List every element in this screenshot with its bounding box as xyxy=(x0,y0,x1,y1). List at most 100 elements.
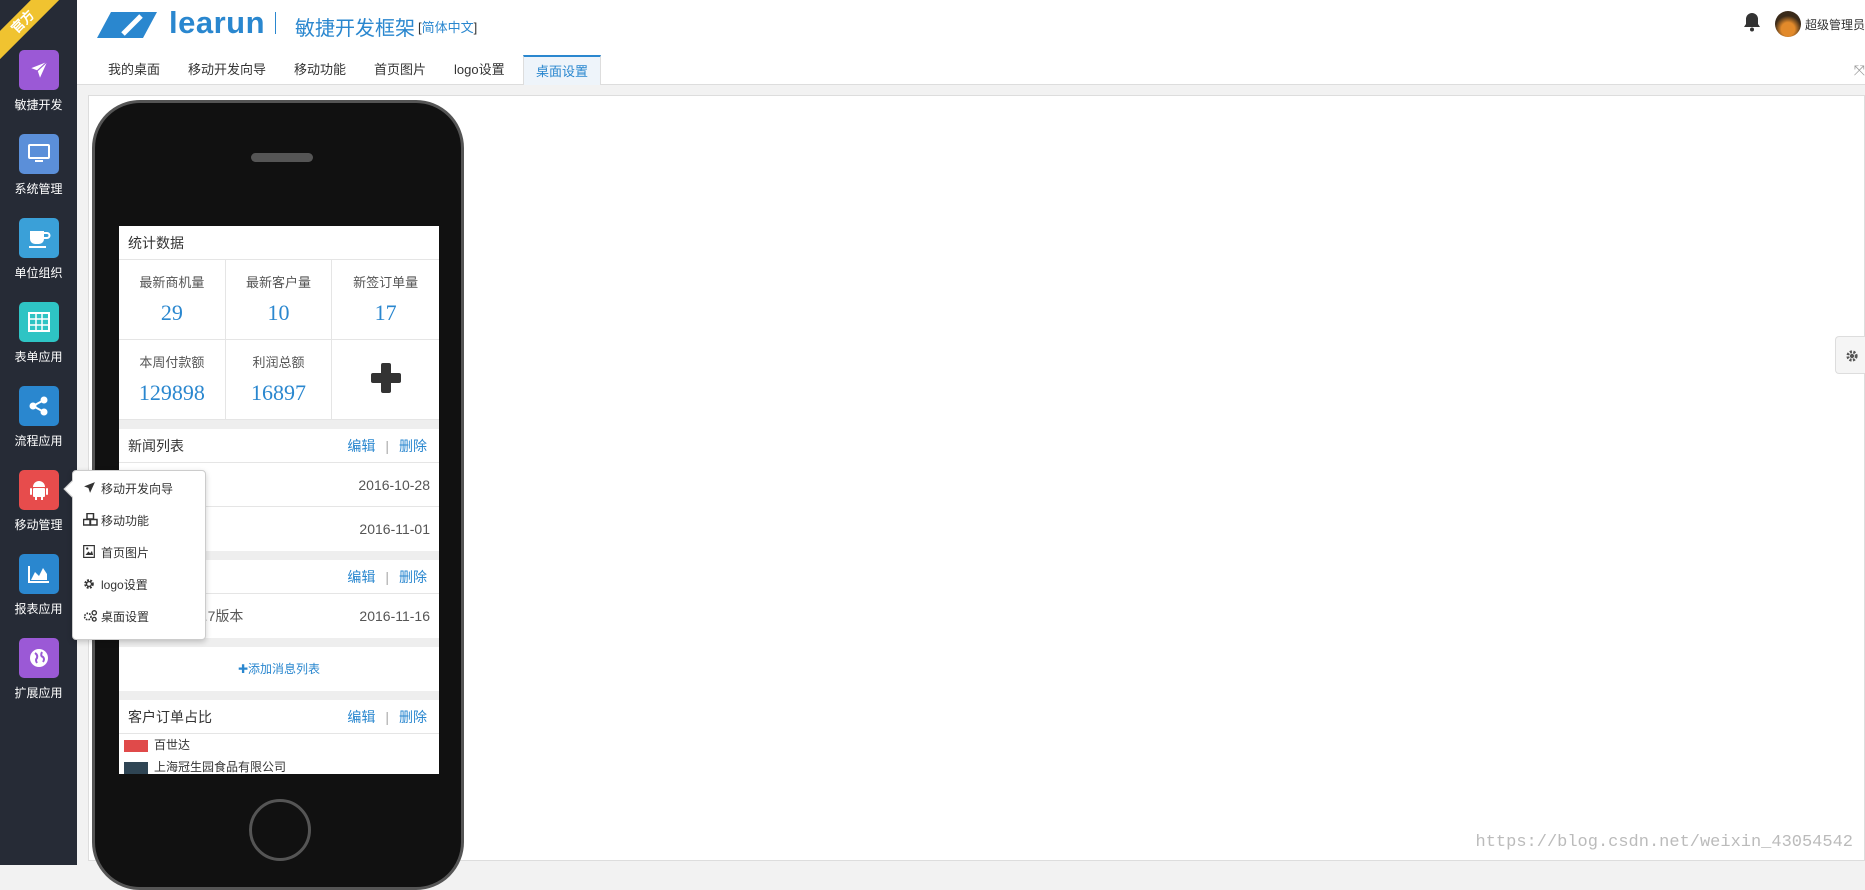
coffee-cup-icon xyxy=(18,218,59,258)
globe-icon xyxy=(18,638,59,678)
legend-item[interactable]: 上海冠生园食品有限公司 xyxy=(119,756,439,774)
sidebar-item-organization[interactable]: 单位组织 xyxy=(0,218,77,281)
top-header: learun 敏捷开发框架 [简体中文] 超级管理员 xyxy=(77,0,1865,50)
stat-cell[interactable]: 最新商机量 29 xyxy=(119,260,226,340)
tab-desktop-settings[interactable]: 桌面设置 xyxy=(523,55,602,85)
legend-item[interactable]: 百世达 xyxy=(119,734,439,756)
news-title-text: 新闻列表 xyxy=(128,438,184,454)
legend-swatch xyxy=(124,739,148,752)
edit-button[interactable]: 编辑 xyxy=(347,438,375,454)
notice-date: 2016-11-16 xyxy=(359,608,430,624)
news-date: 2016-10-28 xyxy=(358,477,430,493)
lang-bracket-close: ] xyxy=(473,20,478,35)
menu-item-logo-settings[interactable]: logo设置 xyxy=(83,573,148,597)
delete-button[interactable]: 删除 xyxy=(399,438,427,454)
orders-title: 客户订单占比 编辑 | 删除 xyxy=(119,700,439,734)
watermark: https://blog.csdn.net/weixin_43054542 xyxy=(1475,833,1853,852)
area-chart-icon xyxy=(18,554,59,594)
tab-home-images[interactable]: 首页图片 xyxy=(362,55,438,85)
sidebar-item-label: 单位组织 xyxy=(14,266,63,280)
sidebar-item-label: 系统管理 xyxy=(14,182,63,196)
tab-logo-settings[interactable]: logo设置 xyxy=(442,55,517,85)
sidebar-item-label: 流程应用 xyxy=(14,434,63,448)
stat-cell[interactable]: 利润总额 16897 xyxy=(225,340,333,420)
stat-label: 本周付款额 xyxy=(139,355,205,370)
tab-mobile-wizard[interactable]: 移动开发向导 xyxy=(176,55,278,85)
sidebar-item-mobile[interactable]: 移动管理 xyxy=(0,470,77,533)
orders-title-text: 客户订单占比 xyxy=(128,709,212,725)
menu-item-label: 移动开发向导 xyxy=(101,482,174,496)
edit-button[interactable]: 编辑 xyxy=(347,709,375,725)
edit-button[interactable]: 编辑 xyxy=(347,569,375,585)
stat-cell[interactable]: 新签订单量 17 xyxy=(332,260,439,340)
stat-cell[interactable]: 本周付款额 129898 xyxy=(119,340,226,420)
slogan: 敏捷开发框架 xyxy=(295,18,415,40)
bell-icon[interactable] xyxy=(1743,12,1761,37)
sidebar-item-system[interactable]: 系统管理 xyxy=(0,134,77,197)
sidebar-item-workflow[interactable]: 流程应用 xyxy=(0,386,77,449)
gear-icon xyxy=(83,574,99,598)
stat-value: 29 xyxy=(160,300,183,325)
menu-item-label: 首页图片 xyxy=(101,546,150,560)
gear-icon xyxy=(1846,350,1858,362)
android-icon xyxy=(18,470,59,510)
stat-label: 最新客户量 xyxy=(245,275,311,290)
phone-home-button xyxy=(249,799,311,861)
settings-side-tab[interactable] xyxy=(1835,336,1865,374)
learun-logo-icon xyxy=(97,10,159,45)
fullscreen-icon[interactable]: ⤧ xyxy=(1854,62,1865,79)
sidebar: 官方 敏捷开发 系统管理 单位组织 表单应用 流程应用 移动管理 报表应用 扩展… xyxy=(0,0,77,865)
add-stat-button[interactable] xyxy=(332,340,439,420)
sidebar-item-label: 扩展应用 xyxy=(14,686,63,700)
language-label[interactable]: 简体中文 xyxy=(422,20,474,35)
stat-cell[interactable]: 最新客户量 10 xyxy=(225,260,333,340)
sidebar-item-extensions[interactable]: 扩展应用 xyxy=(0,638,77,701)
menu-item-home-images[interactable]: 首页图片 xyxy=(83,541,149,565)
add-message-list-button[interactable]: ✚添加消息列表 xyxy=(119,647,439,691)
menu-item-label: 移动功能 xyxy=(101,514,150,528)
language-switch[interactable]: [简体中文] xyxy=(418,17,477,36)
plus-icon xyxy=(371,363,402,393)
plus-icon: ✚ xyxy=(237,662,249,676)
paper-plane-icon xyxy=(18,50,59,90)
stat-value: 129898 xyxy=(138,380,205,405)
menu-item-mobile-features[interactable]: 移动功能 xyxy=(82,509,150,533)
logo-text: learun xyxy=(169,5,266,40)
mobile-submenu: 移动开发向导 移动功能 首页图片 logo设置 桌面设置 xyxy=(63,470,206,640)
sidebar-item-agile-dev[interactable]: 敏捷开发 xyxy=(0,50,77,113)
logo-divider xyxy=(275,12,276,34)
tab-bar: 我的桌面 移动开发向导 移动功能 首页图片 logo设置 桌面设置 ⤧ xyxy=(77,50,1865,85)
stat-label: 最新商机量 xyxy=(139,275,205,290)
add-list-label: 添加消息列表 xyxy=(248,662,321,676)
news-title: 新闻列表 编辑 | 删除 xyxy=(119,429,439,463)
user-name[interactable]: 超级管理员 xyxy=(1805,16,1865,33)
sidebar-item-label: 移动管理 xyxy=(14,518,63,532)
table-icon xyxy=(18,302,59,342)
share-icon xyxy=(18,386,59,426)
menu-item-label: 桌面设置 xyxy=(101,610,150,624)
orders-card: 客户订单占比 编辑 | 删除 百世达 上海冠生园食品有限公司 xyxy=(119,700,439,774)
menu-item-mobile-wizard[interactable]: 移动开发向导 xyxy=(83,477,173,501)
stat-label: 新签订单量 xyxy=(353,275,419,290)
sidebar-item-label: 表单应用 xyxy=(14,350,63,364)
sidebar-item-label: 敏捷开发 xyxy=(14,98,63,112)
paper-plane-icon xyxy=(83,478,99,502)
delete-button[interactable]: 删除 xyxy=(399,709,427,725)
stat-label: 利润总额 xyxy=(252,355,305,370)
legend-label: 百世达 xyxy=(154,738,191,752)
legend-label: 上海冠生园食品有限公司 xyxy=(154,760,287,774)
sidebar-item-label: 报表应用 xyxy=(14,602,63,616)
stats-grid: 最新商机量 29 最新客户量 10 新签订单量 17 本周付款额 129898 … xyxy=(119,260,439,420)
gears-icon xyxy=(83,606,99,630)
stats-title: 统计数据 xyxy=(119,226,439,260)
sidebar-item-reports[interactable]: 报表应用 xyxy=(0,554,77,617)
delete-button[interactable]: 删除 xyxy=(399,569,427,585)
avatar[interactable] xyxy=(1775,11,1801,37)
menu-item-desktop-settings[interactable]: 桌面设置 xyxy=(83,605,149,629)
menu-item-label: logo设置 xyxy=(101,578,148,592)
tab-mobile-features[interactable]: 移动功能 xyxy=(282,55,358,85)
tab-my-desktop[interactable]: 我的桌面 xyxy=(96,55,172,85)
stats-card: 统计数据 最新商机量 29 最新客户量 10 新签订单量 17 本周付款额 12… xyxy=(119,226,439,420)
phone-speaker xyxy=(251,153,313,162)
sidebar-item-forms[interactable]: 表单应用 xyxy=(0,302,77,365)
